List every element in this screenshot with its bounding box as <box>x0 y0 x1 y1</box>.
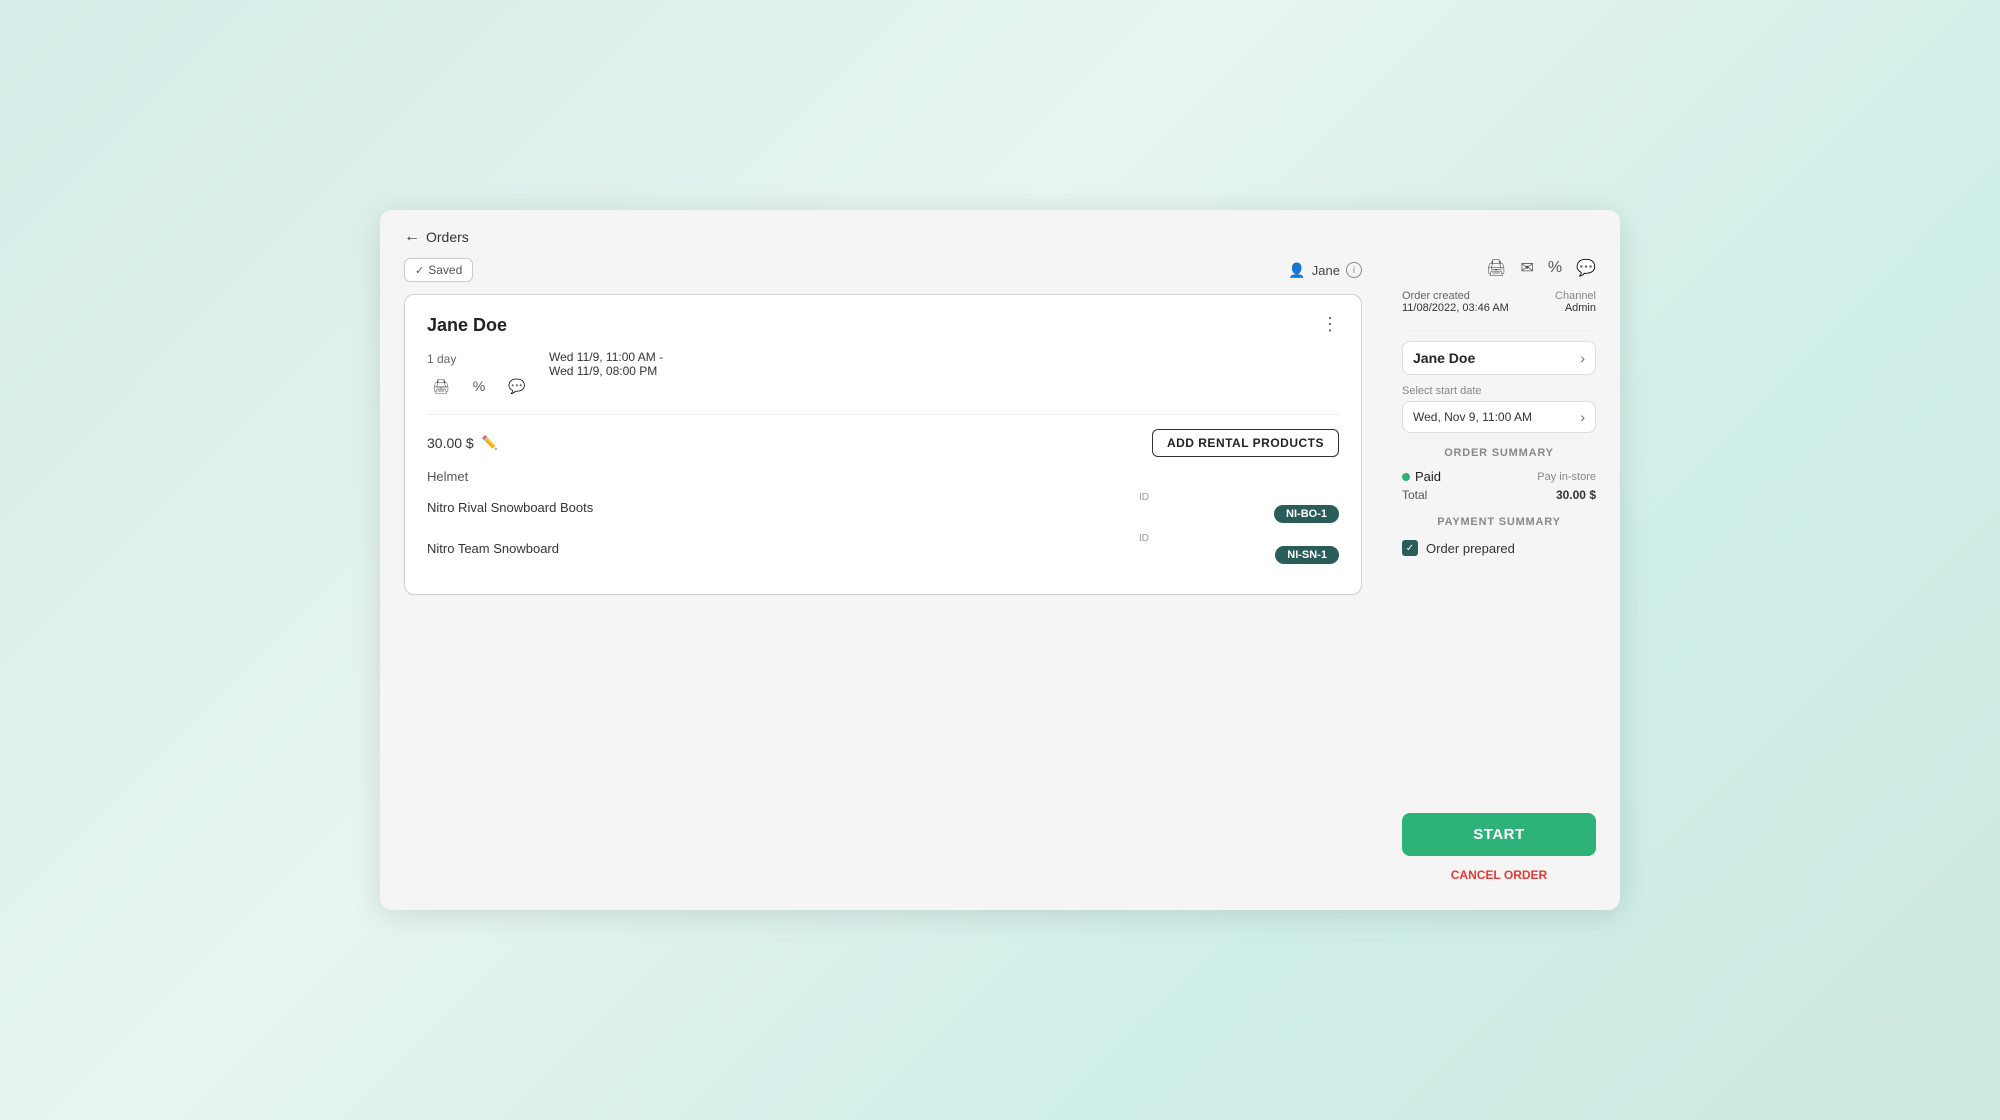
product-id-group-2: ID NI-SN-1 <box>1139 533 1339 564</box>
start-date-label: Select start date <box>1402 385 1596 397</box>
channel-value: Admin <box>1555 302 1596 314</box>
back-navigation[interactable]: ← Orders <box>404 228 1596 246</box>
orders-breadcrumb: Orders <box>426 229 469 245</box>
user-info: 👤 Jane i <box>1288 262 1362 279</box>
more-options-icon[interactable]: ⋮ <box>1321 315 1339 333</box>
order-summary-title: ORDER SUMMARY <box>1402 447 1596 459</box>
product-row: Nitro Team Snowboard ID NI-SN-1 <box>427 533 1339 564</box>
order-prepared-row: ✓ Order prepared <box>1402 540 1596 556</box>
id-badge-1: NI-BO-1 <box>1274 505 1339 523</box>
comment-icon[interactable]: 💬 <box>503 372 531 400</box>
order-created-label: Order created <box>1402 290 1509 302</box>
order-created-section: Order created 11/08/2022, 03:46 AM Chann… <box>1402 290 1596 314</box>
sidebar-mail-icon[interactable]: ✉ <box>1520 258 1533 278</box>
start-date-dropdown[interactable]: Wed, Nov 9, 11:00 AM › <box>1402 401 1596 433</box>
order-prepared-checkbox[interactable]: ✓ <box>1402 540 1418 556</box>
total-label: Total <box>1402 488 1427 502</box>
sidebar-chat-icon[interactable]: 💬 <box>1576 258 1596 278</box>
start-button[interactable]: START <box>1402 813 1596 856</box>
id-label-2: ID <box>1139 533 1149 544</box>
date-start: Wed 11/9, 11:00 AM - <box>549 350 663 364</box>
order-price: 30.00 $ <box>427 435 474 451</box>
sidebar-percent-icon[interactable]: % <box>1548 259 1562 277</box>
saved-badge: ✓ Saved <box>404 258 473 282</box>
chevron-down-icon: › <box>1580 350 1585 366</box>
cancel-order-button[interactable]: CANCEL ORDER <box>1402 864 1596 886</box>
start-date-chevron-icon: › <box>1580 409 1585 425</box>
add-rental-products-button[interactable]: ADD RENTAL PRODUCTS <box>1152 429 1339 457</box>
payment-summary-title: PAYMENT SUMMARY <box>1402 516 1596 528</box>
user-icon: 👤 <box>1288 262 1305 279</box>
product-id-group-1: ID NI-BO-1 <box>1139 492 1339 523</box>
payment-row: Paid Pay in-store <box>1402 469 1596 484</box>
edit-price-icon[interactable]: ✏️ <box>482 435 498 451</box>
product-category-label: Helmet <box>427 469 1339 484</box>
id-badge-2: NI-SN-1 <box>1275 546 1339 564</box>
back-arrow-icon: ← <box>404 228 420 246</box>
total-value: 30.00 $ <box>1556 488 1596 502</box>
channel-label: Channel <box>1555 290 1596 302</box>
sidebar-toolbar: 🖨 ✉ % 💬 <box>1402 258 1596 290</box>
customer-dropdown[interactable]: Jane Doe › <box>1402 341 1596 375</box>
order-customer-name: Jane Doe <box>427 315 507 336</box>
total-row: Total 30.00 $ <box>1402 488 1596 502</box>
sidebar-customer-name: Jane Doe <box>1413 350 1475 366</box>
order-prepared-label: Order prepared <box>1426 541 1515 556</box>
start-date-value: Wed, Nov 9, 11:00 AM <box>1413 410 1532 424</box>
duration-label: 1 day <box>427 350 531 366</box>
right-sidebar: 🖨 ✉ % 💬 Order created 11/08/2022, 03:46 … <box>1386 258 1596 886</box>
paid-indicator: Paid <box>1402 469 1441 484</box>
id-label-1: ID <box>1139 492 1149 503</box>
paid-dot <box>1402 473 1410 481</box>
print-icon[interactable]: 🖨 <box>427 372 455 400</box>
info-icon[interactable]: i <box>1346 262 1362 278</box>
sidebar-print-icon[interactable]: 🖨 <box>1486 258 1506 278</box>
product-name-1: Nitro Rival Snowboard Boots <box>427 500 593 515</box>
order-card: Jane Doe ⋮ 1 day 🖨 % 💬 Wed 11/9, <box>404 294 1362 595</box>
date-end: Wed 11/9, 08:00 PM <box>549 364 663 378</box>
pay-instore-label: Pay in-store <box>1537 471 1596 483</box>
product-row: Nitro Rival Snowboard Boots ID NI-BO-1 <box>427 492 1339 523</box>
saved-label: Saved <box>428 263 462 277</box>
paid-label: Paid <box>1415 469 1441 484</box>
check-icon: ✓ <box>415 264 424 277</box>
discount-icon[interactable]: % <box>465 372 493 400</box>
order-created-date: 11/08/2022, 03:46 AM <box>1402 302 1509 314</box>
product-name-2: Nitro Team Snowboard <box>427 541 559 556</box>
user-name: Jane <box>1312 263 1340 278</box>
